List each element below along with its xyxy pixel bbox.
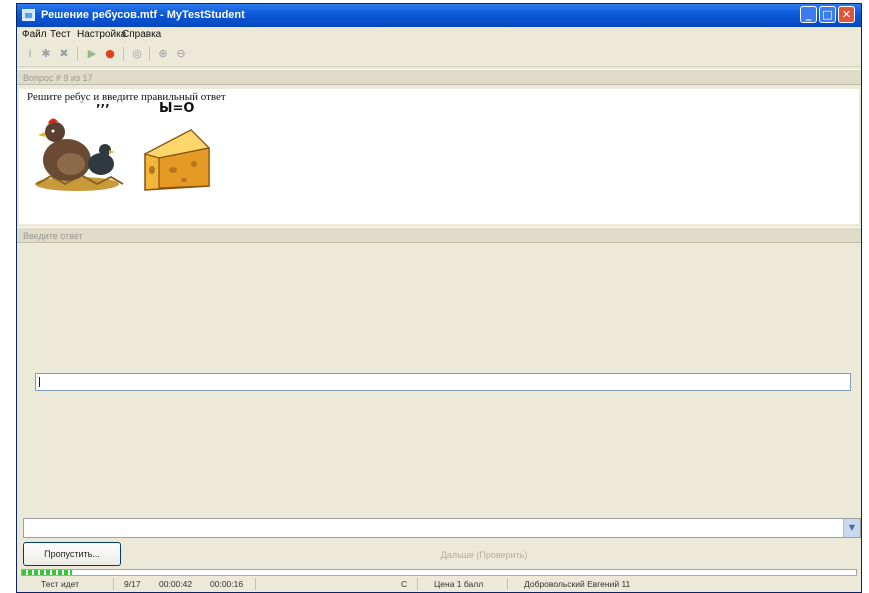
close-button[interactable]: ✕ (838, 6, 855, 23)
stop-icon[interactable]: ● (103, 47, 117, 61)
info-icon[interactable]: i (23, 47, 37, 61)
hen-image (35, 118, 124, 191)
question-header: Вопрос # 9 из 17 (17, 69, 861, 85)
app-icon (22, 9, 35, 21)
maximize-button[interactable]: □ (819, 6, 836, 23)
status-divider (255, 578, 256, 590)
title-bar[interactable]: Решение ребусов.mtf - MyTestStudent _ □ … (17, 4, 861, 27)
toolbar-separator (77, 47, 78, 61)
status-price: Цена 1 балл (434, 579, 484, 589)
progress-fill (22, 570, 73, 575)
status-position: 9/17 (124, 579, 141, 589)
status-divider (113, 578, 114, 590)
zoom-in-icon[interactable]: ⊕ (156, 47, 170, 61)
status-time-total: 00:00:42 (159, 579, 193, 589)
window-title: Решение ребусов.mtf - MyTestStudent (41, 9, 245, 21)
chevron-down-icon[interactable]: ▼ (843, 519, 860, 537)
cheese-image (143, 129, 211, 191)
play-icon[interactable]: ▶ (85, 47, 99, 61)
toolbar: i ✱ ✖ ▶ ● ◎ ⊕ ⊖ (17, 43, 861, 67)
toolbar-separator (123, 47, 124, 61)
comment-field[interactable]: ▼ (23, 518, 861, 538)
cancel-icon[interactable]: ✖ (57, 47, 71, 61)
menu-test[interactable]: Тест (50, 29, 71, 40)
menu-bar: Файл Тест Настройка Справка (17, 27, 861, 43)
status-time-question: 00:00:16 (210, 579, 244, 589)
question-text: Решите ребус и введите правильный ответ (27, 91, 226, 103)
chat-icon[interactable]: ◎ (130, 47, 144, 61)
status-student: Добровольский Евгений 11 (524, 579, 631, 589)
menu-file[interactable]: Файл (22, 29, 47, 40)
text-caret (39, 377, 40, 387)
zoom-out-icon[interactable]: ⊖ (174, 47, 188, 61)
next-check-button[interactable]: Дальше (Проверить) (422, 546, 546, 564)
menu-settings[interactable]: Настройка (77, 29, 126, 40)
menu-help[interactable]: Справка (122, 29, 161, 40)
toolbar-separator (149, 47, 150, 61)
skip-button[interactable]: Пропустить... (23, 542, 121, 566)
status-state: Тест идет (41, 579, 79, 589)
status-bar: Тест идет 9/17 00:00:42 00:00:16 С Цена … (17, 577, 861, 592)
app-window: Решение ребусов.mtf - MyTestStudent _ □ … (16, 3, 862, 593)
minimize-button[interactable]: _ (800, 6, 817, 23)
question-panel: Решите ребус и введите правильный ответ … (19, 89, 859, 224)
rebus-equation: Ы=О (159, 101, 195, 116)
progress-bar (21, 569, 857, 576)
answer-input[interactable] (35, 373, 851, 391)
status-mode: С (401, 579, 408, 589)
lightbulb-icon[interactable]: ✱ (39, 47, 53, 61)
status-divider (417, 578, 418, 590)
status-divider (507, 578, 508, 590)
answer-header: Введите ответ (17, 227, 861, 243)
